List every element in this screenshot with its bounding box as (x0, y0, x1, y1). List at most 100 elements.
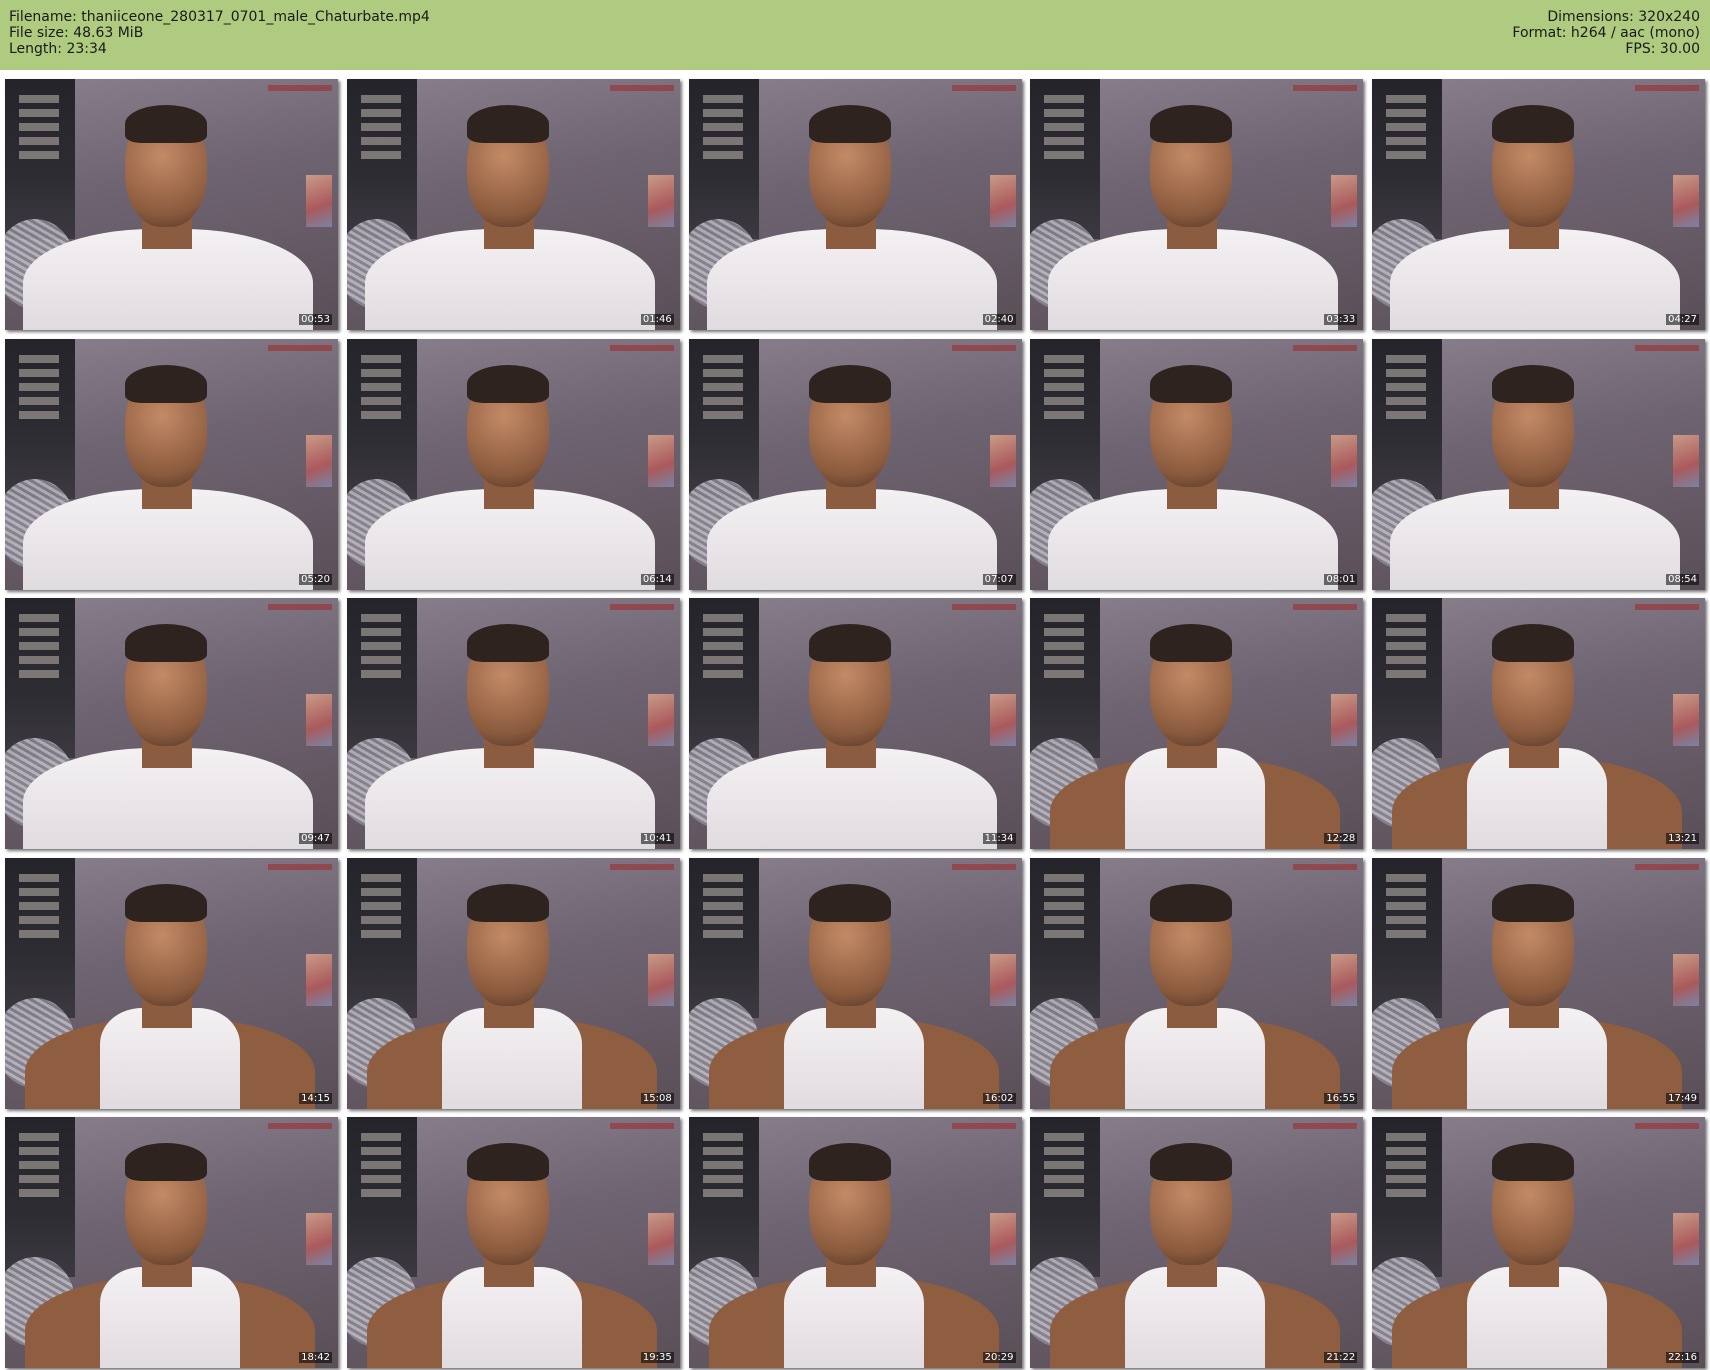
frame-hair (1492, 624, 1574, 662)
video-thumbnail[interactable]: 17:49 (1372, 857, 1705, 1109)
frame-poster (1673, 694, 1699, 746)
frame-poster (1331, 953, 1358, 1006)
timestamp-label: 20:29 (982, 1352, 1016, 1363)
video-thumbnail[interactable]: 00:53 (5, 79, 338, 330)
frame-banner-lettering (360, 95, 401, 165)
video-thumbnail[interactable]: 05:20 (5, 338, 338, 590)
frame-wm (1293, 604, 1358, 610)
video-thumbnail[interactable]: 08:54 (1372, 338, 1705, 590)
frame-poster (306, 694, 332, 746)
frame-wm (951, 344, 1016, 351)
frame-banner-lettering (19, 354, 59, 425)
video-thumbnail[interactable]: 20:29 (688, 1117, 1022, 1368)
thumbnail-grid: 00:53 01:46 02:40 03:33 04:27 05:20 06:14 07:07… (5, 79, 1705, 1368)
video-thumbnail[interactable]: 12:28 (1030, 598, 1364, 849)
frame-poster (1331, 694, 1358, 746)
video-thumbnail[interactable]: 21:22 (1030, 1117, 1364, 1368)
frame-poster (647, 694, 674, 746)
frame-wm (1635, 863, 1699, 870)
frame-banner-lettering (1386, 873, 1426, 944)
frame-banner-lettering (1044, 873, 1085, 944)
frame-wm (1293, 863, 1358, 870)
frame-poster (1673, 1213, 1699, 1265)
timestamp-label: 18:42 (299, 1352, 332, 1363)
timestamp-label: 22:16 (1666, 1352, 1699, 1363)
frame-banner-lettering (1044, 1133, 1085, 1203)
video-thumbnail[interactable]: 15:08 (346, 857, 680, 1109)
video-thumbnail[interactable]: 08:01 (1030, 338, 1364, 590)
frame-hair (125, 1143, 207, 1181)
filename-text: Filename: thaniiceone_280317_0701_male_C… (9, 9, 430, 25)
frame-hair (125, 883, 207, 922)
frame-poster (647, 1213, 674, 1265)
frame-banner-lettering (360, 354, 401, 425)
frame-wm (268, 863, 332, 870)
frame-hair (808, 1143, 891, 1181)
frame-wm (609, 604, 674, 610)
frame-banner-lettering (702, 873, 743, 944)
video-thumbnail[interactable]: 22:16 (1372, 1117, 1705, 1368)
timestamp-label: 01:46 (640, 314, 674, 325)
frame-poster (1673, 953, 1699, 1006)
frame-banner-lettering (360, 873, 401, 944)
video-thumbnail[interactable]: 02:40 (688, 79, 1022, 330)
frame-poster (1331, 175, 1358, 227)
frame-poster (647, 953, 674, 1006)
frame-hair (808, 105, 891, 143)
frame-hair (125, 364, 207, 403)
video-thumbnail[interactable]: 06:14 (346, 338, 680, 590)
timestamp-label: 21:22 (1324, 1352, 1358, 1363)
frame-poster (647, 175, 674, 227)
video-thumbnail[interactable]: 16:02 (688, 857, 1022, 1109)
frame-banner-lettering (19, 1133, 59, 1203)
frame-poster (1331, 434, 1358, 487)
frame-poster (989, 434, 1016, 487)
frame-poster (306, 1213, 332, 1265)
frame-banner-lettering (1044, 614, 1085, 684)
frame-hair (466, 883, 549, 922)
frame-poster (989, 694, 1016, 746)
frame-wm (1635, 604, 1699, 610)
frame-wm (609, 344, 674, 351)
frame-wm (268, 1123, 332, 1129)
frame-banner-lettering (360, 614, 401, 684)
frame-hair (1492, 1143, 1574, 1181)
video-thumbnail[interactable]: 11:34 (688, 598, 1022, 849)
video-thumbnail[interactable]: 09:47 (5, 598, 338, 849)
frame-banner-lettering (702, 1133, 743, 1203)
frame-banner-lettering (360, 1133, 401, 1203)
video-thumbnail[interactable]: 07:07 (688, 338, 1022, 590)
frame-banner-lettering (702, 614, 743, 684)
video-thumbnail[interactable]: 01:46 (346, 79, 680, 330)
video-thumbnail[interactable]: 13:21 (1372, 598, 1705, 849)
frame-poster (989, 1213, 1016, 1265)
timestamp-label: 11:34 (982, 833, 1016, 844)
frame-hair (1150, 364, 1233, 403)
video-thumbnail[interactable]: 10:41 (346, 598, 680, 849)
video-thumbnail[interactable]: 19:35 (346, 1117, 680, 1368)
video-thumbnail[interactable]: 18:42 (5, 1117, 338, 1368)
timestamp-label: 13:21 (1666, 833, 1699, 844)
video-thumbnail[interactable]: 16:55 (1030, 857, 1364, 1109)
timestamp-label: 08:54 (1666, 573, 1699, 585)
frame-wm (609, 85, 674, 91)
frame-wm (1635, 1123, 1699, 1129)
frame-banner-lettering (1044, 95, 1085, 165)
length-text: Length: 23:34 (9, 41, 107, 57)
frame-poster (1673, 434, 1699, 487)
timestamp-label: 00:53 (299, 314, 332, 325)
video-thumbnail[interactable]: 04:27 (1372, 79, 1705, 330)
video-thumbnail[interactable]: 14:15 (5, 857, 338, 1109)
frame-banner-lettering (702, 354, 743, 425)
frame-banner-lettering (19, 95, 59, 165)
timestamp-label: 12:28 (1324, 833, 1358, 844)
frame-banner-lettering (1386, 354, 1426, 425)
frame-banner-lettering (1386, 614, 1426, 684)
frame-hair (1492, 105, 1574, 143)
frame-hair (1492, 883, 1574, 922)
frame-wm (1635, 85, 1699, 91)
frame-hair (1150, 883, 1233, 922)
video-thumbnail[interactable]: 03:33 (1030, 79, 1364, 330)
timestamp-label: 05:20 (299, 573, 332, 585)
frame-hair (125, 624, 207, 662)
